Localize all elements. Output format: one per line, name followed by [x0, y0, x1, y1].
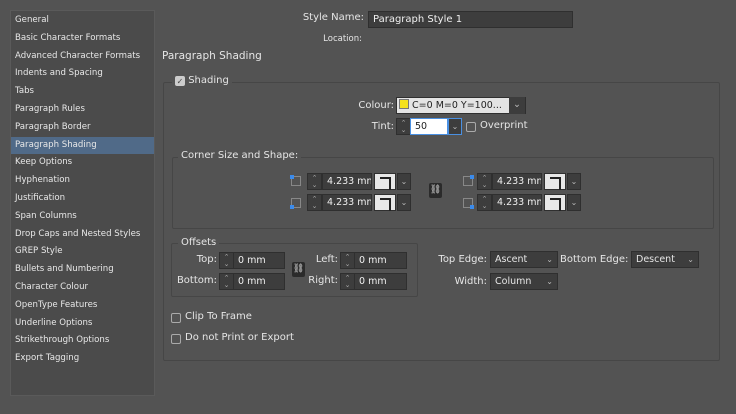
- top-left-size-input[interactable]: 4.233 mn: [322, 173, 372, 190]
- bottom-edge-value: Descent: [636, 254, 675, 265]
- offset-top-label: Top:: [196, 254, 217, 265]
- tint-label: Tint:: [371, 121, 394, 132]
- colour-swatch: [399, 99, 409, 109]
- overprint-checkbox[interactable]: [466, 122, 476, 132]
- sidebar-item-grep-style[interactable]: GREP Style: [11, 243, 154, 260]
- shading-label: Shading: [188, 75, 229, 86]
- clip-to-frame-checkbox[interactable]: [171, 313, 181, 323]
- corner-group: [172, 157, 714, 229]
- offset-right-input[interactable]: 0 mm: [354, 273, 407, 290]
- sidebar-item-keep-options[interactable]: Keep Options: [11, 154, 154, 171]
- sidebar-item-underline-options[interactable]: Underline Options: [11, 315, 154, 332]
- offset-left-input[interactable]: 0 mm: [354, 252, 407, 269]
- corner-top-left-icon: [290, 175, 301, 186]
- sidebar-item-tabs[interactable]: Tabs: [11, 83, 154, 100]
- sidebar-item-export-tagging[interactable]: Export Tagging: [11, 350, 154, 367]
- overprint-label: Overprint: [480, 120, 528, 131]
- sidebar-item-advanced-character-formats[interactable]: Advanced Character Formats: [11, 48, 154, 65]
- clip-to-frame-label: Clip To Frame: [185, 311, 252, 322]
- style-name-label: Style Name:: [302, 12, 364, 23]
- width-value: Column: [495, 276, 532, 287]
- sidebar-item-drop-caps-and-nested-styles[interactable]: Drop Caps and Nested Styles: [11, 226, 154, 243]
- chevron-down-icon: ⌄: [546, 277, 553, 286]
- sidebar-item-justification[interactable]: Justification: [11, 190, 154, 207]
- do-not-print-checkbox[interactable]: [171, 334, 181, 344]
- shading-checkbox[interactable]: ✓: [175, 76, 185, 86]
- tint-dropdown[interactable]: ⌄: [448, 118, 462, 135]
- link-offsets-icon[interactable]: ⛓: [292, 262, 305, 277]
- sidebar-item-character-colour[interactable]: Character Colour: [11, 279, 154, 296]
- sidebar-item-paragraph-shading[interactable]: Paragraph Shading: [11, 136, 154, 154]
- bottom-left-shape-dropdown[interactable]: ⌄: [397, 194, 411, 211]
- sidebar-item-opentype-features[interactable]: OpenType Features: [11, 297, 154, 314]
- link-corners-icon[interactable]: ⛓: [429, 183, 442, 198]
- offset-left-label: Left:: [315, 254, 338, 265]
- offset-bottom-stepper[interactable]: ⌃ ⌄: [219, 273, 234, 290]
- sidebar-item-indents-and-spacing[interactable]: Indents and Spacing: [11, 65, 154, 82]
- offset-top-stepper[interactable]: ⌃ ⌄: [219, 252, 234, 269]
- corner-bottom-right-icon: [463, 198, 474, 209]
- corner-bottom-left-icon: [290, 198, 301, 209]
- do-not-print-label: Do not Print or Export: [185, 332, 294, 343]
- chevron-down-icon: ⌄: [546, 255, 553, 264]
- width-dropdown[interactable]: Column ⌄: [490, 273, 558, 290]
- bottom-right-shape[interactable]: [544, 194, 566, 211]
- tint-stepper[interactable]: ⌃ ⌄: [396, 118, 411, 135]
- offset-right-label: Right:: [308, 275, 338, 286]
- top-right-shape[interactable]: [544, 173, 566, 190]
- offset-right-stepper[interactable]: ⌃ ⌄: [340, 273, 355, 290]
- colour-dropdown[interactable]: C=0 M=0 Y=100... ⌄: [396, 97, 526, 114]
- tint-input[interactable]: 50: [410, 118, 448, 135]
- offset-top-input[interactable]: 0 mm: [233, 252, 285, 269]
- width-label: Width:: [454, 276, 487, 287]
- bottom-left-shape[interactable]: [374, 194, 396, 211]
- shading-toggle[interactable]: ✓ Shading: [172, 75, 232, 86]
- sidebar-item-general[interactable]: General: [11, 12, 154, 29]
- offsets-title: Offsets: [178, 237, 220, 248]
- top-left-shape[interactable]: [374, 173, 396, 190]
- top-edge-value: Ascent: [495, 254, 528, 265]
- colour-value: C=0 M=0 Y=100...: [412, 100, 502, 111]
- top-right-stepper[interactable]: ⌃ ⌄: [477, 173, 492, 190]
- top-left-shape-dropdown[interactable]: ⌄: [397, 173, 411, 190]
- offset-bottom-input[interactable]: 0 mm: [233, 273, 285, 290]
- sidebar-item-span-columns[interactable]: Span Columns: [11, 208, 154, 225]
- top-edge-dropdown[interactable]: Ascent ⌄: [490, 251, 558, 268]
- bottom-right-shape-dropdown[interactable]: ⌄: [567, 194, 581, 211]
- bottom-right-size-input[interactable]: 4.233 mn: [492, 194, 542, 211]
- top-left-stepper[interactable]: ⌃ ⌄: [307, 173, 322, 190]
- corner-title: Corner Size and Shape:: [178, 150, 302, 161]
- top-right-shape-dropdown[interactable]: ⌄: [567, 173, 581, 190]
- sidebar-item-basic-character-formats[interactable]: Basic Character Formats: [11, 30, 154, 47]
- sidebar-item-paragraph-rules[interactable]: Paragraph Rules: [11, 101, 154, 118]
- location-label: Location:: [323, 34, 362, 44]
- chevron-down-icon: ⌄: [509, 97, 525, 114]
- corner-top-right-icon: [463, 175, 474, 186]
- sidebar-item-bullets-and-numbering[interactable]: Bullets and Numbering: [11, 261, 154, 278]
- top-right-size-input[interactable]: 4.233 mn: [492, 173, 542, 190]
- chevron-down-icon: ⌄: [687, 255, 694, 264]
- section-title: Paragraph Shading: [162, 50, 262, 62]
- offset-bottom-label: Bottom:: [176, 275, 217, 286]
- sidebar-item-paragraph-border[interactable]: Paragraph Border: [11, 119, 154, 136]
- bottom-right-stepper[interactable]: ⌃ ⌄: [477, 194, 492, 211]
- category-list[interactable]: General Basic Character Formats Advanced C…: [10, 10, 155, 396]
- style-name-input[interactable]: Paragraph Style 1: [368, 11, 573, 28]
- colour-label: Colour:: [358, 100, 394, 111]
- bottom-left-size-input[interactable]: 4.233 mn: [322, 194, 372, 211]
- bottom-edge-dropdown[interactable]: Descent ⌄: [631, 251, 699, 268]
- top-edge-label: Top Edge:: [438, 254, 487, 265]
- bottom-edge-label: Bottom Edge:: [560, 254, 629, 265]
- sidebar-item-strikethrough-options[interactable]: Strikethrough Options: [11, 332, 154, 349]
- bottom-left-stepper[interactable]: ⌃ ⌄: [307, 194, 322, 211]
- offset-left-stepper[interactable]: ⌃ ⌄: [340, 252, 355, 269]
- sidebar-item-hyphenation[interactable]: Hyphenation: [11, 172, 154, 189]
